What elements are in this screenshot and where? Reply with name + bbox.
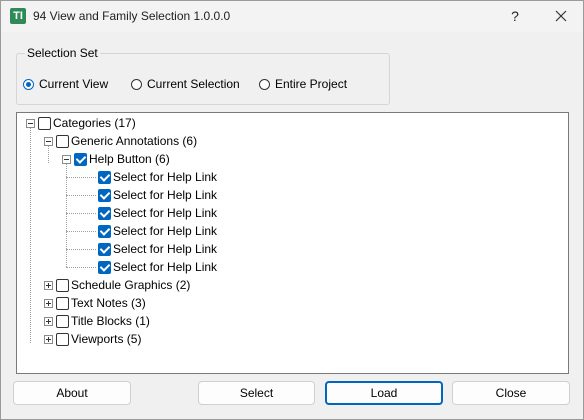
expand-icon[interactable] (44, 316, 53, 326)
checkbox[interactable] (56, 134, 69, 148)
window-title: 94 View and Family Selection 1.0.0.0 (33, 9, 231, 23)
category-tree[interactable]: Categories (17) Generic Annotations (6) … (16, 112, 569, 374)
checkbox-checked[interactable] (98, 170, 111, 184)
app-icon: TI (10, 8, 26, 24)
tree-node-title-blocks[interactable]: Title Blocks (1) (44, 312, 150, 330)
checkbox[interactable] (38, 116, 51, 130)
tree-leaf[interactable]: Select for Help Link (98, 186, 217, 204)
tree-node-label: Select for Help Link (113, 188, 218, 202)
tree-line (66, 195, 96, 196)
expand-icon[interactable] (44, 280, 53, 290)
tree-leaf[interactable]: Select for Help Link (98, 204, 217, 222)
checkbox-checked[interactable] (98, 260, 111, 274)
tree-node-text-notes[interactable]: Text Notes (3) (44, 294, 146, 312)
tree-node-categories[interactable]: Categories (17) (26, 114, 136, 132)
tree-leaf[interactable]: Select for Help Link (98, 168, 217, 186)
tree-line (66, 231, 96, 232)
tree-node-label: Title Blocks (1) (71, 314, 150, 328)
collapse-icon[interactable] (26, 118, 35, 128)
selection-set-legend: Selection Set (25, 46, 100, 60)
close-icon[interactable] (547, 5, 575, 27)
tree-line (66, 267, 96, 268)
checkbox[interactable] (56, 314, 69, 328)
close-button[interactable]: Close (452, 381, 570, 405)
checkbox[interactable] (56, 296, 69, 310)
tree-node-label: Select for Help Link (113, 206, 218, 220)
checkbox-checked[interactable] (98, 188, 111, 202)
checkbox-checked[interactable] (98, 206, 111, 220)
radio-entire-project[interactable]: Entire Project (259, 77, 347, 91)
collapse-icon[interactable] (62, 154, 71, 164)
expand-icon[interactable] (44, 298, 53, 308)
tree-node-label: Select for Help Link (113, 260, 218, 274)
tree-line (66, 163, 67, 267)
tree-leaf[interactable]: Select for Help Link (98, 240, 217, 258)
tree-node-label: Categories (17) (53, 116, 136, 130)
radio-label: Current Selection (147, 77, 240, 91)
tree-node-schedule-graphics[interactable]: Schedule Graphics (2) (44, 276, 190, 294)
checkbox-checked[interactable] (98, 224, 111, 238)
tree-node-viewports[interactable]: Viewports (5) (44, 330, 141, 348)
tree-line (66, 177, 96, 178)
expand-icon[interactable] (44, 334, 53, 344)
tree-node-label: Text Notes (3) (71, 296, 146, 310)
tree-line (66, 213, 96, 214)
tree-line (66, 249, 96, 250)
radio-current-view[interactable]: Current View (23, 77, 108, 91)
about-button[interactable]: About (13, 381, 131, 405)
title-bar[interactable]: TI 94 View and Family Selection 1.0.0.0 … (1, 1, 583, 32)
tree-line (30, 127, 31, 343)
radio-unselected-icon (131, 78, 142, 90)
checkbox-checked[interactable] (74, 152, 87, 166)
checkbox[interactable] (56, 332, 69, 346)
tree-node-label: Select for Help Link (113, 224, 218, 238)
tree-node-label: Generic Annotations (6) (71, 134, 198, 148)
tree-leaf[interactable]: Select for Help Link (98, 222, 217, 240)
tree-node-label: Help Button (6) (89, 152, 170, 166)
checkbox[interactable] (56, 278, 69, 292)
load-button[interactable]: Load (325, 381, 443, 405)
checkbox-checked[interactable] (98, 242, 111, 256)
radio-selected-icon (23, 78, 34, 90)
help-button[interactable]: ? (503, 5, 527, 27)
radio-label: Entire Project (275, 77, 348, 91)
tree-leaf[interactable]: Select for Help Link (98, 258, 217, 276)
dialog-window: TI 94 View and Family Selection 1.0.0.0 … (0, 0, 584, 420)
select-button[interactable]: Select (198, 381, 315, 405)
radio-label: Current View (39, 77, 109, 91)
radio-current-selection[interactable]: Current Selection (131, 77, 240, 91)
tree-node-generic-annotations[interactable]: Generic Annotations (6) (44, 132, 197, 150)
tree-node-label: Viewports (5) (71, 332, 142, 346)
tree-node-label: Select for Help Link (113, 242, 218, 256)
tree-node-label: Schedule Graphics (2) (71, 278, 191, 292)
tree-node-label: Select for Help Link (113, 170, 218, 184)
collapse-icon[interactable] (44, 136, 53, 146)
tree-node-help-button[interactable]: Help Button (6) (62, 150, 170, 168)
radio-unselected-icon (259, 78, 270, 90)
